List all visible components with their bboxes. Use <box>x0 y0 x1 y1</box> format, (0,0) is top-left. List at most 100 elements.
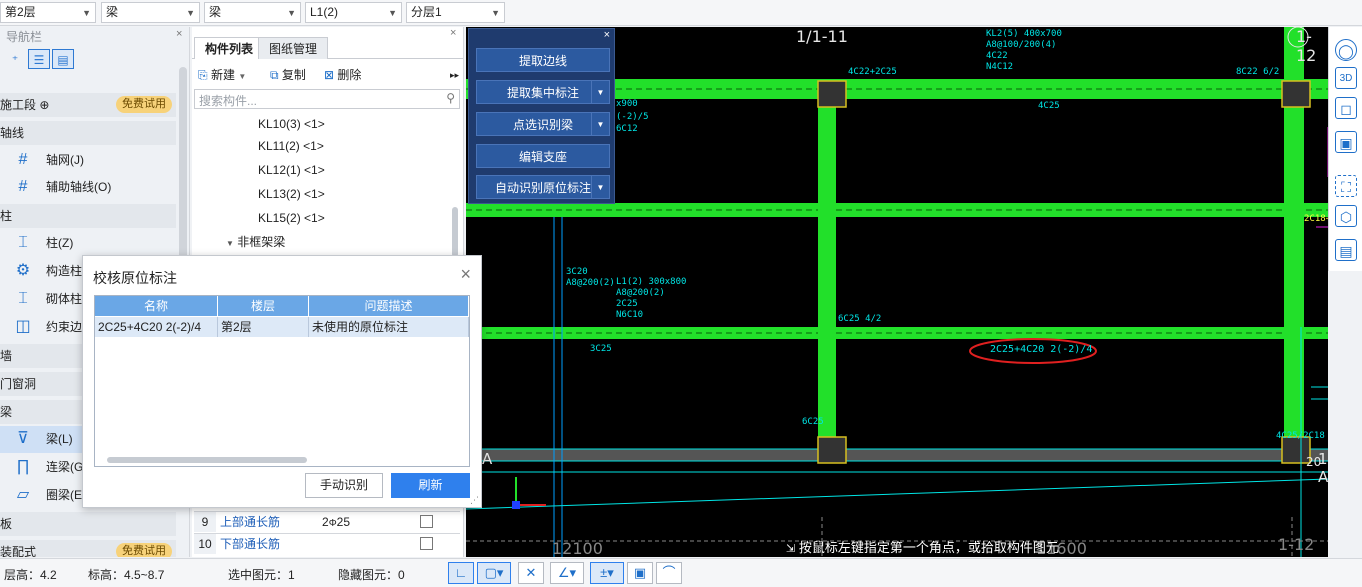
new-icon: ⎘ <box>198 68 208 82</box>
dynamic-input-icon[interactable]: ±▾ <box>590 562 624 584</box>
auto-identify-annotation-button[interactable]: 自动识别原位标注 ▼ <box>476 175 610 199</box>
chevron-down-icon: ▼ <box>82 8 91 18</box>
annotation: 6C12 <box>616 124 638 134</box>
annotation: 6C25 <box>802 417 824 427</box>
table-cell[interactable]: 未使用的原位标注 <box>309 317 469 337</box>
annotation-table: 名称 楼层 问题描述 2C25+4C20 2(-2)/4 第2层 未使用的原位标… <box>94 295 470 467</box>
floor-select[interactable]: 第2层 ▼ <box>0 2 96 23</box>
resize-grip-icon[interactable]: ⋰ <box>470 495 479 506</box>
highlighted-annotation[interactable]: 2C25+4C20 2(-2)/4 <box>990 344 1092 355</box>
nav-item-aux-axis[interactable]: # 辅助轴线(O) <box>0 174 176 201</box>
screen-icon[interactable]: ▣ <box>627 562 653 584</box>
copy-button[interactable]: ⧉ 复制 <box>270 65 306 85</box>
nav-construction-section[interactable]: 施工段 ⊕ 免费试用 <box>0 93 176 117</box>
close-icon[interactable]: × <box>604 29 610 41</box>
nav-category-assembly[interactable]: 装配式 免费试用 <box>0 540 176 557</box>
dimension-label: 12100 <box>552 539 603 557</box>
tree-item[interactable]: KL10(3) <1> <box>258 113 325 135</box>
list-view-icon[interactable]: ☰ <box>28 49 50 69</box>
tree-group-nonframe-beam[interactable]: ▼ 非框架梁 <box>226 231 285 253</box>
component-select-value: L1(2) <box>310 5 339 19</box>
chevron-down-icon[interactable]: ▼ <box>591 176 609 198</box>
tree-item[interactable]: KL13(2) <1> <box>258 183 325 205</box>
free-trial-badge[interactable]: 免费试用 <box>116 543 172 557</box>
shaded-cube-icon[interactable]: ⬡ <box>1335 205 1357 227</box>
nav-item-label: 梁(L) <box>46 432 73 446</box>
refresh-button[interactable]: 刷新 <box>391 473 470 498</box>
prop-name: 上部通长筋 <box>220 515 281 529</box>
nav-category-slab[interactable]: 板 <box>0 512 176 536</box>
view-toolbar: ◯ 3D ◻ ▣ ⛶ ⬡ ▤ <box>1328 27 1362 271</box>
cube-view-icon[interactable]: ◻ <box>1335 97 1357 119</box>
column-icon: ⌶ <box>18 234 28 251</box>
cross-icon[interactable]: ✕ <box>518 562 544 584</box>
free-trial-badge[interactable]: 免费试用 <box>116 96 172 113</box>
orbit-icon[interactable]: ◯ <box>1335 39 1357 61</box>
nav-item-label: 柱(Z) <box>46 236 74 250</box>
properties-icon[interactable]: ▤ <box>1335 239 1357 261</box>
angle-icon[interactable]: ∠▾ <box>550 562 584 584</box>
nav-title: 导航栏 <box>6 30 43 44</box>
arc-icon[interactable]: ⌒ <box>656 562 682 584</box>
prop-value[interactable]: 2Φ25 <box>322 512 350 534</box>
chevron-down-icon: ▼ <box>491 8 500 18</box>
prop-checkbox[interactable] <box>420 515 433 528</box>
row-number: 9 <box>194 512 216 532</box>
tree-item[interactable]: KL11(2) <1> <box>258 135 324 157</box>
annotation: 4C25/2C18 <box>1276 431 1325 441</box>
box-view-icon[interactable]: ▣ <box>1335 131 1357 153</box>
zoom-extent-icon[interactable]: ⛶ <box>1335 175 1357 197</box>
table-scrollbar[interactable] <box>107 457 307 463</box>
edit-support-button[interactable]: 编辑支座 <box>476 144 610 168</box>
type-select-value: 梁 <box>106 5 119 19</box>
manual-identify-button[interactable]: 手动识别 <box>305 473 383 498</box>
delete-button[interactable]: ⊠ 删除 <box>324 65 361 85</box>
annotation: A8@200(2) <box>566 278 615 288</box>
table-row[interactable]: 10 下部通长筋 <box>194 533 460 554</box>
nav-item-column[interactable]: ⌶ 柱(Z) <box>0 230 176 257</box>
layer-select[interactable]: 分层1 ▼ <box>406 2 505 23</box>
extract-annotation-button[interactable]: 提取集中标注 ▼ <box>476 80 610 104</box>
new-button[interactable]: ⎘ 新建 ▼ <box>198 65 246 85</box>
table-cell[interactable]: 第2层 <box>218 317 309 337</box>
expand-icon[interactable]: ⁺ <box>4 50 26 70</box>
chevron-down-icon[interactable]: ▼ <box>591 113 609 135</box>
component-scrollbar[interactable] <box>452 207 458 257</box>
lock-icon: ⊕ <box>39 98 50 112</box>
annotation: 8C22 6/2 <box>1236 67 1280 77</box>
nav-item-grid[interactable]: # 轴网(J) <box>0 147 176 174</box>
hidden-count: 隐藏图元：0 <box>338 568 405 582</box>
column-header[interactable]: 问题描述 <box>309 296 469 316</box>
tree-item[interactable]: KL15(2) <1> <box>258 207 325 229</box>
annotation: KL2(5) 400x700 <box>986 29 1062 39</box>
chevron-down-icon[interactable]: ▼ <box>591 81 609 103</box>
prop-checkbox[interactable] <box>420 537 433 550</box>
component-search-input[interactable]: 搜索构件... ⚲ <box>194 89 460 109</box>
tab-component-list[interactable]: 构件列表 <box>194 37 265 59</box>
3d-view-icon[interactable]: 3D <box>1335 67 1357 89</box>
type-select[interactable]: 梁 ▼ <box>101 2 200 23</box>
ortho-icon[interactable]: ∟ <box>448 562 474 584</box>
annotation: N4C12 <box>986 62 1014 72</box>
pick-identify-beam-button[interactable]: 点选识别梁 ▼ <box>476 112 610 136</box>
component-select[interactable]: L1(2) ▼ <box>305 2 402 23</box>
close-icon[interactable]: × <box>176 28 182 40</box>
table-row[interactable]: 9 上部通长筋 2Φ25 <box>194 511 460 532</box>
column-header[interactable]: 名称 <box>95 296 218 316</box>
snap-icon[interactable]: ▢▾ <box>477 562 511 584</box>
annotation: 3C25 <box>590 344 612 354</box>
nav-category-axis[interactable]: 轴线 <box>0 121 176 145</box>
tab-drawing-manage[interactable]: 图纸管理 <box>258 37 329 59</box>
close-icon[interactable]: × <box>460 264 471 285</box>
column-header[interactable]: 楼层 <box>218 296 309 316</box>
table-cell[interactable]: 2C25+4C20 2(-2)/4 <box>95 317 218 337</box>
more-icon[interactable]: ▸▸ <box>450 65 459 85</box>
tree-item[interactable]: KL12(1) <1> <box>258 159 325 181</box>
nav-category-column[interactable]: 柱 <box>0 204 176 228</box>
top-toolbar: 第2层 ▼ 梁 ▼ 梁 ▼ L1(2) ▼ 分层1 ▼ <box>0 0 1362 26</box>
row-number: 10 <box>194 534 216 554</box>
detail-view-icon[interactable]: ▤ <box>52 49 74 69</box>
subtype-select[interactable]: 梁 ▼ <box>204 2 301 23</box>
extract-edge-button[interactable]: 提取边线 <box>476 48 610 72</box>
annotation: 2C18+2C <box>1304 214 1328 224</box>
